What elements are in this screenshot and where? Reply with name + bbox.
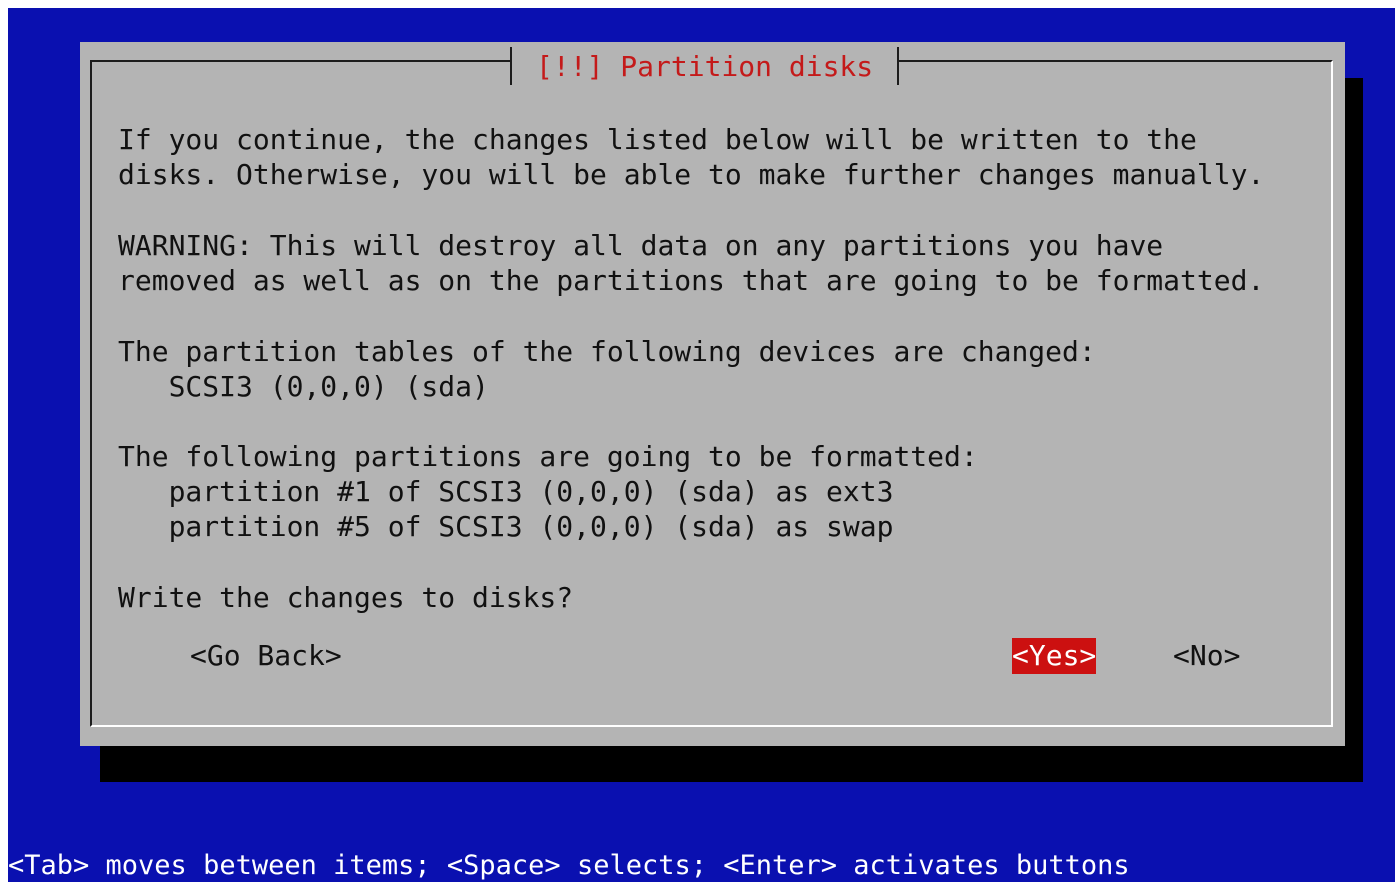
warning-line-1: WARNING: This will destroy all data on a…	[118, 229, 1164, 262]
formatted-partition-item: partition #5 of SCSI3 (0,0,0) (sda) as s…	[118, 510, 894, 543]
formatted-heading: The following partitions are going to be…	[118, 440, 978, 473]
intro-line-2: disks. Otherwise, you will be able to ma…	[118, 158, 1265, 191]
installer-screen: [!!] Partition disks If you continue, th…	[8, 8, 1395, 882]
tables-heading: The partition tables of the following de…	[118, 335, 1096, 368]
dialog-title: [!!] Partition disks	[510, 47, 900, 85]
tables-device-item: SCSI3 (0,0,0) (sda)	[118, 370, 489, 403]
confirm-question: Write the changes to disks?	[118, 581, 574, 614]
yes-button[interactable]: <Yes>	[1012, 638, 1097, 674]
intro-line-1: If you continue, the changes listed belo…	[118, 123, 1197, 156]
warning-line-2: removed as well as on the partitions tha…	[118, 264, 1265, 297]
keyboard-help-text: <Tab> moves between items; <Space> selec…	[8, 850, 1130, 881]
partition-dialog: [!!] Partition disks If you continue, th…	[80, 42, 1345, 746]
go-back-button[interactable]: <Go Back>	[190, 638, 342, 674]
formatted-partition-item: partition #1 of SCSI3 (0,0,0) (sda) as e…	[118, 475, 894, 508]
no-button[interactable]: <No>	[1173, 638, 1240, 674]
